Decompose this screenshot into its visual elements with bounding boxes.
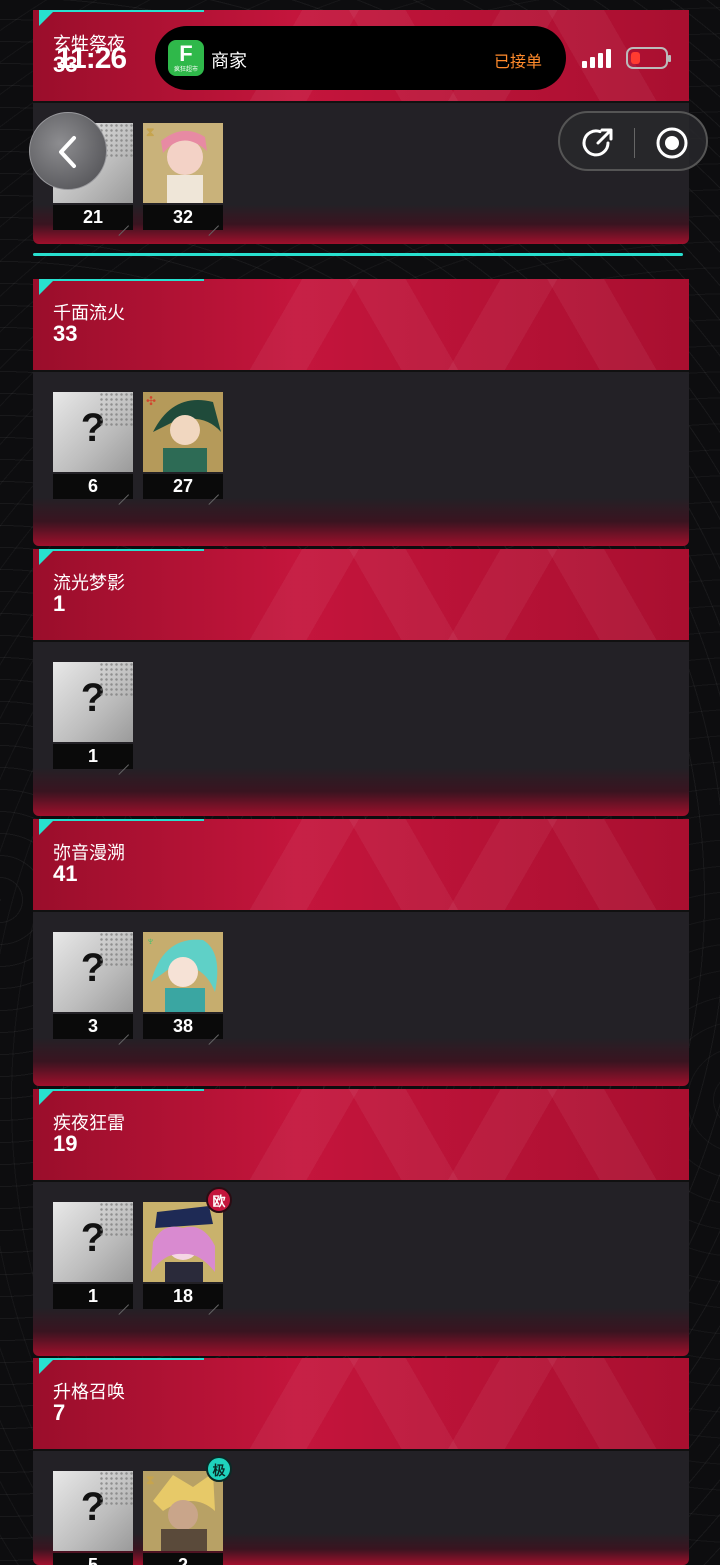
- pool-card: 疾夜狂雷 19 ? 1 欧 18: [33, 1089, 689, 1368]
- pool-count: 19: [53, 1131, 78, 1156]
- pool-header: 流光梦影 1: [33, 549, 689, 640]
- character-portrait: ⧗: [143, 123, 223, 203]
- character-portrait: [143, 1202, 223, 1282]
- pool-count: 33: [53, 321, 78, 346]
- pool-card: 升格召唤 7 ? 5 ⧗ 极 2: [33, 1358, 689, 1565]
- card-list: ? 6 ✣ 27: [53, 392, 223, 499]
- card-count: 1: [53, 744, 133, 769]
- pool-count: 1: [53, 591, 66, 616]
- unknown-mark: ?: [80, 1216, 106, 1260]
- pool-count: 41: [53, 861, 78, 886]
- character-card-unknown[interactable]: ? 1: [53, 662, 133, 769]
- card-count: 38: [143, 1014, 223, 1039]
- pool-body: ? 1 欧 18: [33, 1180, 689, 1368]
- pool-card: 千面流火 33 ? 6 ✣ 27: [33, 279, 689, 558]
- pool-body: ? 3 ♆ 38: [33, 910, 689, 1098]
- pool-card: 弥音漫溯 41 ? 3 ♆ 38: [33, 819, 689, 1098]
- back-button[interactable]: [29, 112, 107, 190]
- pool-body: ? 1: [33, 640, 689, 828]
- unknown-mark: ?: [80, 946, 106, 990]
- card-count: 5: [53, 1553, 133, 1565]
- rarity-icon: ⧗: [146, 125, 155, 139]
- card-count: 3: [53, 1014, 133, 1039]
- character-portrait: ✣: [143, 392, 223, 472]
- pool-header: 弥音漫溯 41: [33, 819, 689, 910]
- rarity-icon: ♆: [146, 934, 155, 948]
- dynamic-island-notification[interactable]: F 疯狂超市 商家 已接单: [155, 26, 566, 90]
- rarity-icon: ⧗: [146, 1473, 155, 1487]
- character-card[interactable]: ✣ 27: [143, 392, 223, 499]
- character-card-unknown[interactable]: ? 5: [53, 1471, 133, 1565]
- card-list: ? 5 ⧗ 极 2: [53, 1456, 232, 1565]
- unknown-mark: ?: [80, 1485, 106, 1529]
- battery-icon: [626, 47, 671, 69]
- pool-header: 疾夜狂雷 19: [33, 1089, 689, 1180]
- status-time: 11:26: [56, 42, 127, 75]
- rarity-icon: ✣: [146, 394, 157, 408]
- mini-program-capsule: [558, 111, 708, 171]
- pool-count: 7: [53, 1400, 66, 1425]
- pool-body: ? 5 ⧗ 极 2: [33, 1449, 689, 1565]
- character-card[interactable]: 欧 18: [143, 1187, 232, 1309]
- record-icon[interactable]: [654, 125, 690, 161]
- pool-header: 升格召唤 7: [33, 1358, 689, 1449]
- card-count: 27: [143, 474, 223, 499]
- order-status: 已接单: [493, 54, 542, 71]
- store-app-icon: F 疯狂超市: [168, 40, 204, 76]
- character-card[interactable]: ⧗ 32: [143, 123, 223, 230]
- character-card-unknown[interactable]: ? 3: [53, 932, 133, 1039]
- card-list: ? 3 ♆ 38: [53, 932, 223, 1039]
- card-count: 18: [143, 1284, 223, 1309]
- character-portrait: ♆: [143, 932, 223, 1012]
- unknown-mark: ?: [80, 676, 106, 720]
- chevron-left-icon: [59, 136, 76, 168]
- tag-badge: 欧: [206, 1187, 232, 1213]
- character-card-unknown[interactable]: ? 6: [53, 392, 133, 499]
- card-list: ? 1 欧 18: [53, 1187, 232, 1309]
- card-count: 21: [53, 205, 133, 230]
- tag-badge: 极: [206, 1456, 232, 1482]
- character-card[interactable]: ⧗ 极 2: [143, 1456, 232, 1565]
- pool-header: 千面流火 33: [33, 279, 689, 370]
- card-list: ? 1: [53, 662, 133, 769]
- pool-divider: [33, 253, 683, 256]
- card-count: 6: [53, 474, 133, 499]
- pool-card: 流光梦影 1 ? 1: [33, 549, 689, 828]
- share-icon[interactable]: [580, 125, 616, 161]
- card-count: 32: [143, 205, 223, 230]
- signal-icon: [582, 49, 611, 68]
- card-count: 2: [143, 1553, 223, 1565]
- card-count: 1: [53, 1284, 133, 1309]
- merchant-label: 商家: [211, 51, 247, 71]
- character-portrait: ⧗: [143, 1471, 223, 1551]
- unknown-mark: ?: [80, 406, 106, 450]
- character-card-unknown[interactable]: ? 1: [53, 1202, 133, 1309]
- pool-body: ? 6 ✣ 27: [33, 370, 689, 558]
- character-card[interactable]: ♆ 38: [143, 932, 223, 1039]
